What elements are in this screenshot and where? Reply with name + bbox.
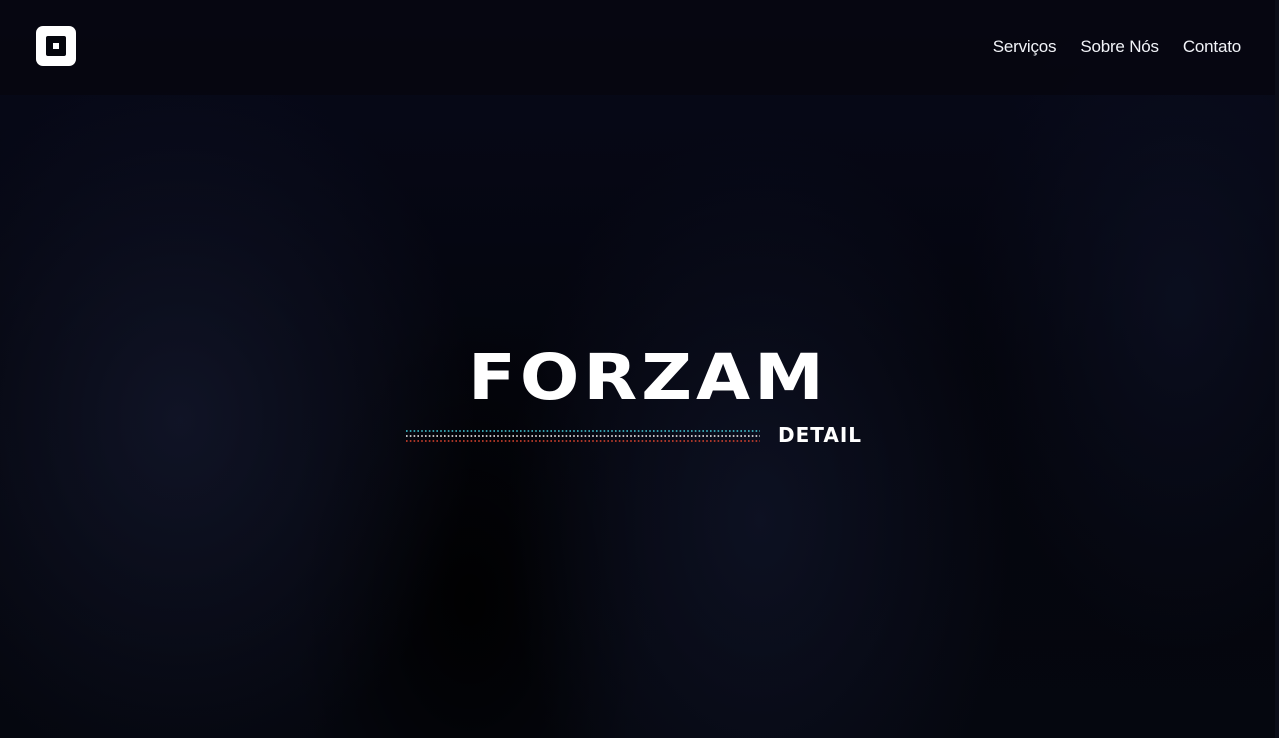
- logo-center-dot: [53, 43, 59, 49]
- nav-link-servicos[interactable]: Serviços: [993, 36, 1057, 58]
- hero-tagline: DETAIL: [778, 423, 863, 447]
- square-logo-icon[interactable]: [36, 26, 76, 66]
- main-nav: Serviços Sobre Nós Contato: [993, 36, 1241, 58]
- nav-link-sobre-nos[interactable]: Sobre Nós: [1080, 36, 1159, 58]
- page-scrollbar-edge[interactable]: [1275, 0, 1279, 738]
- page: Serviços Sobre Nós Contato FORZAM DETAIL: [0, 0, 1279, 738]
- hero-brand-title: FORZAM: [468, 340, 828, 415]
- top-navigation-bar: Serviços Sobre Nós Contato: [0, 0, 1279, 95]
- hero-dotted-stripes: [406, 430, 760, 442]
- nav-link-contato[interactable]: Contato: [1183, 36, 1241, 58]
